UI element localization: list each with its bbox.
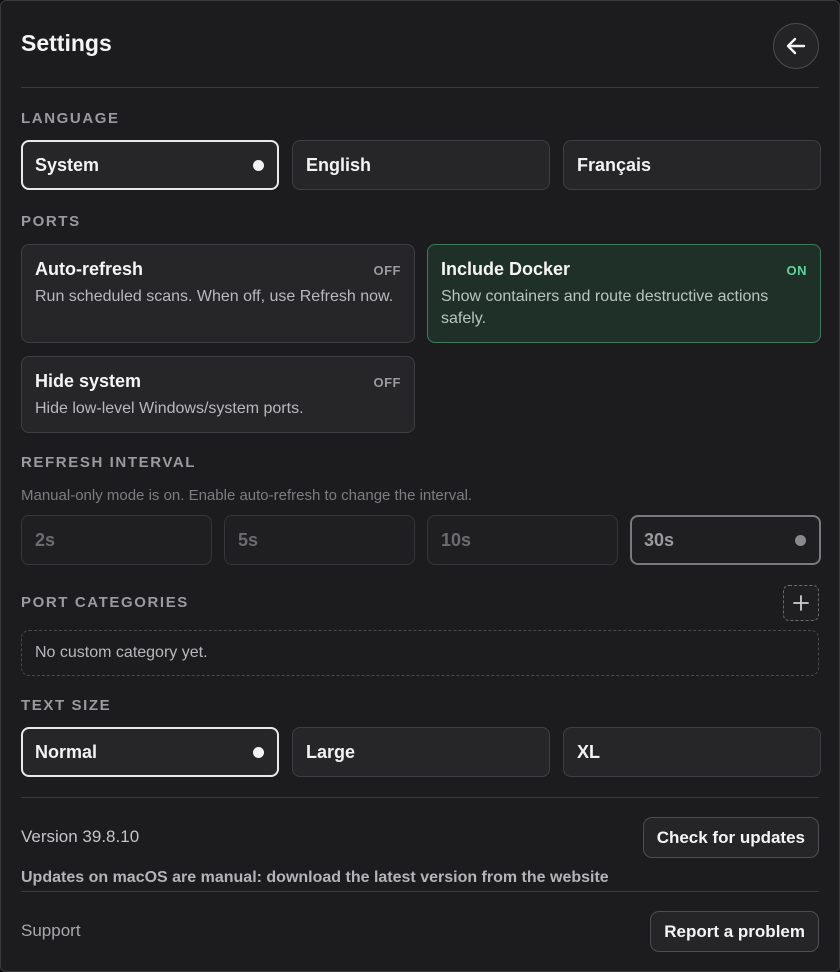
toggle-description: Run scheduled scans. When off, use Refre… bbox=[35, 288, 394, 305]
interval-option-label: 2s bbox=[35, 529, 56, 550]
language-section-label: LANGUAGE bbox=[21, 110, 120, 127]
toggle-hide-system[interactable]: Hide system OFF Hide low-level Windows/s… bbox=[21, 356, 415, 433]
settings-header: Settings bbox=[21, 21, 819, 69]
toggle-state: OFF bbox=[373, 375, 401, 390]
interval-option-label: 5s bbox=[238, 529, 259, 550]
support-label: Support bbox=[21, 921, 81, 940]
toggle-description: Hide low-level Windows/system ports. bbox=[35, 400, 304, 417]
toggle-title: Auto-refresh bbox=[35, 259, 144, 279]
empty-state-text: No custom category yet. bbox=[35, 644, 208, 661]
toggle-state: ON bbox=[786, 263, 807, 278]
text-size-section-label: TEXT SIZE bbox=[21, 697, 112, 714]
toggle-description: Show containers and route destructive ac… bbox=[441, 288, 769, 327]
text-size-option-large[interactable]: Large bbox=[292, 727, 550, 777]
toggle-title: Hide system bbox=[35, 371, 142, 391]
interval-option-10s[interactable]: 10s bbox=[427, 515, 618, 565]
update-note: Updates on macOS are manual: download th… bbox=[21, 869, 609, 886]
refresh-interval-section-label: REFRESH INTERVAL bbox=[21, 454, 197, 471]
version-label: Version 39.8.10 bbox=[21, 827, 140, 846]
language-option-english[interactable]: English bbox=[292, 140, 550, 190]
toggle-state: OFF bbox=[373, 263, 401, 278]
arrow-left-icon bbox=[786, 37, 806, 55]
language-option-francais[interactable]: Français bbox=[563, 140, 821, 190]
language-option-system[interactable]: System bbox=[21, 140, 279, 190]
interval-option-2s[interactable]: 2s bbox=[21, 515, 212, 565]
support-divider bbox=[21, 891, 819, 892]
text-size-option-normal[interactable]: Normal bbox=[21, 727, 279, 777]
interval-option-30s[interactable]: 30s bbox=[630, 515, 821, 565]
add-category-button[interactable] bbox=[783, 585, 819, 621]
language-option-label: Français bbox=[577, 154, 652, 175]
settings-panel: Settings LANGUAGE System English Françai… bbox=[0, 0, 840, 972]
text-size-option-label: XL bbox=[577, 741, 601, 762]
categories-empty-state: No custom category yet. bbox=[21, 630, 819, 676]
interval-option-5s[interactable]: 5s bbox=[224, 515, 415, 565]
text-size-option-xl[interactable]: XL bbox=[563, 727, 821, 777]
toggle-title: Include Docker bbox=[441, 259, 571, 279]
plus-icon bbox=[793, 595, 809, 611]
interval-option-label: 10s bbox=[441, 529, 472, 550]
toggle-auto-refresh[interactable]: Auto-refresh OFF Run scheduled scans. Wh… bbox=[21, 244, 415, 343]
refresh-interval-hint: Manual-only mode is on. Enable auto-refr… bbox=[21, 487, 473, 504]
interval-option-label: 30s bbox=[644, 529, 675, 550]
ports-section-label: PORTS bbox=[21, 213, 81, 230]
language-option-label: System bbox=[35, 154, 100, 175]
back-button[interactable] bbox=[773, 23, 819, 69]
check-updates-button[interactable]: Check for updates bbox=[642, 817, 819, 858]
report-problem-button[interactable]: Report a problem bbox=[650, 911, 819, 952]
selected-indicator-dot bbox=[795, 534, 806, 546]
toggle-include-docker[interactable]: Include Docker ON Show containers and ro… bbox=[427, 244, 821, 343]
language-option-label: English bbox=[306, 154, 372, 175]
page-title: Settings bbox=[21, 30, 112, 56]
selected-indicator-dot bbox=[253, 159, 264, 171]
text-size-option-label: Normal bbox=[35, 741, 98, 762]
text-size-option-label: Large bbox=[306, 741, 356, 762]
footer-divider bbox=[21, 797, 819, 798]
header-divider bbox=[21, 87, 819, 88]
selected-indicator-dot bbox=[253, 746, 264, 758]
port-categories-section-label: PORT CATEGORIES bbox=[21, 594, 189, 611]
